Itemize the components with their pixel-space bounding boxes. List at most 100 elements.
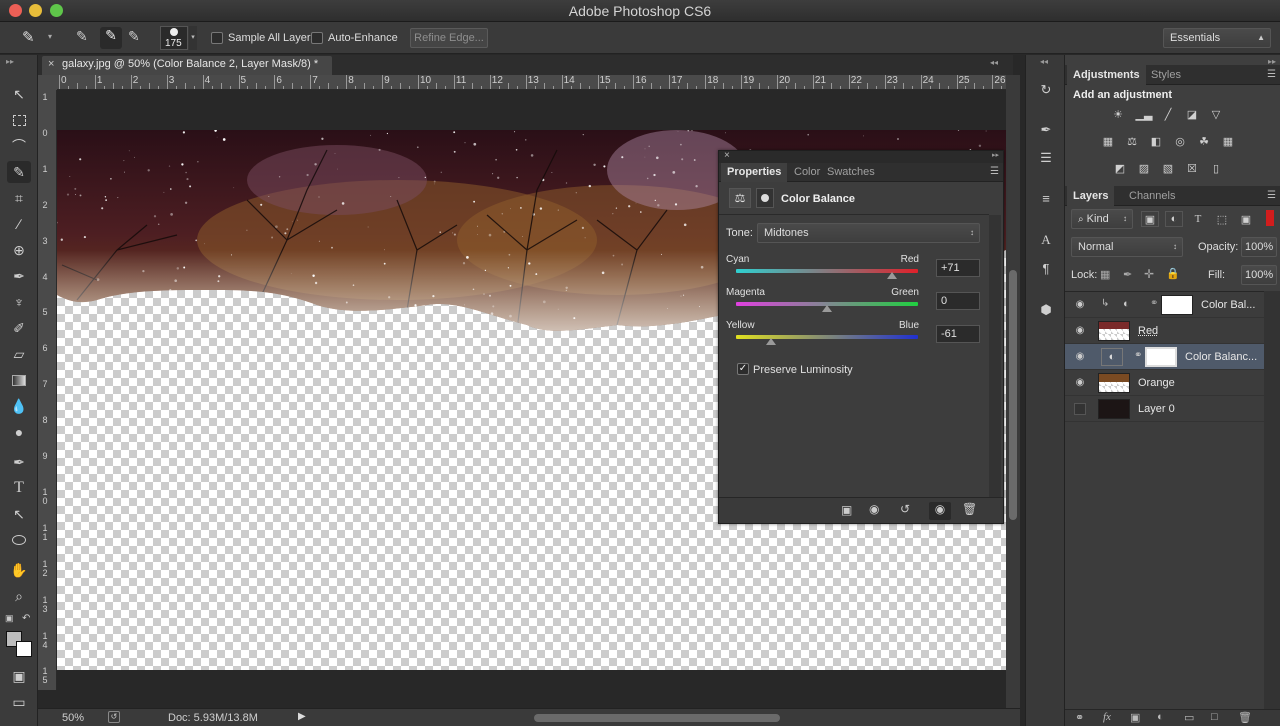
move-tool-icon[interactable]: ↖ [7, 83, 31, 105]
link-layers-icon[interactable]: ⚭ [1075, 711, 1084, 724]
curves-icon[interactable]: ╱ [1159, 106, 1177, 122]
marquee-tool-icon[interactable] [7, 109, 31, 131]
hue-saturation-icon[interactable]: ▦ [1099, 133, 1117, 149]
properties-scrollbar[interactable] [989, 215, 1001, 497]
cyan-red-value-input[interactable]: +71 [936, 259, 980, 277]
eyedropper-tool-icon[interactable]: ∕ [7, 213, 31, 235]
tab-swatches[interactable]: Swatches [821, 163, 881, 182]
history-panel-icon[interactable]: ↻ [1035, 79, 1057, 101]
adjustments-menu-icon[interactable]: ☰ [1267, 69, 1276, 80]
threshold-icon[interactable]: ▧ [1159, 160, 1177, 176]
zoom-tool-icon[interactable]: ⌕ [7, 585, 31, 607]
filter-smart-objects-icon[interactable]: ▣ [1237, 211, 1255, 227]
lock-transparent-pixels-icon[interactable]: ▦ [1100, 268, 1110, 281]
subtract-from-selection-brush-icon[interactable]: ✎ [128, 28, 148, 48]
vibrance-icon[interactable]: ▽ [1207, 106, 1225, 122]
filter-pixel-layers-icon[interactable]: ▣ [1141, 211, 1159, 227]
photo-filter-icon[interactable]: ◎ [1171, 133, 1189, 149]
tab-adjustments[interactable]: Adjustments [1067, 65, 1146, 85]
pen-tool-icon[interactable]: ✒ [7, 451, 31, 473]
blend-mode-dropdown[interactable]: Normal ↕ [1071, 237, 1183, 257]
default-colors-icon[interactable]: ▣ [5, 613, 14, 624]
history-brush-tool-icon[interactable]: ✐ [7, 317, 31, 339]
properties-panel-header[interactable]: × ▸▸ [719, 150, 1003, 163]
filter-adjustment-layers-icon[interactable]: ◐ [1165, 211, 1183, 227]
hand-tool-icon[interactable]: ✋ [7, 559, 31, 581]
screen-mode-icon[interactable]: ▭ [7, 691, 31, 713]
crop-tool-icon[interactable]: ⌗ [7, 187, 31, 209]
layer-row-color-balance-selected[interactable]: ◉ ◐ ⚭ Color Balanc... [1065, 344, 1264, 370]
expand-panels-icon[interactable]: ◂◂ [1040, 57, 1048, 66]
brightness-contrast-icon[interactable]: ☀ [1109, 106, 1127, 122]
toggle-visibility-icon[interactable]: ◉ [929, 502, 951, 520]
layer-row-orange[interactable]: ◉ Orange [1065, 370, 1264, 396]
close-document-icon[interactable]: × [48, 58, 54, 70]
document-horizontal-scroll-thumb[interactable] [534, 714, 780, 722]
cyan-red-slider-thumb[interactable] [886, 272, 897, 279]
layer-mask-thumbnail[interactable] [1161, 295, 1193, 315]
layer-row-color-balance-clipped[interactable]: ◉ ↳ ◐ ⚭ Color Bal... [1065, 292, 1264, 318]
color-balance-icon[interactable]: ⚖ [1123, 133, 1141, 149]
visibility-eye-icon[interactable]: ◉ [1074, 299, 1086, 311]
layers-menu-icon[interactable]: ☰ [1267, 190, 1276, 201]
mask-link-icon[interactable]: ⚭ [1150, 298, 1158, 309]
cyan-red-slider[interactable]: Cyan Red [726, 254, 926, 282]
preset-dropdown-arrow-icon[interactable]: ▾ [48, 32, 52, 41]
clip-to-layer-icon[interactable]: ▣ [841, 503, 852, 517]
brush-picker-arrow-icon[interactable]: ▾ [189, 26, 197, 50]
brush-panel-icon[interactable]: ☰ [1035, 147, 1057, 169]
fill-input[interactable]: 100% [1241, 265, 1277, 285]
tab-channels[interactable]: Channels [1123, 186, 1181, 206]
document-vertical-scroll-thumb[interactable] [1009, 270, 1017, 520]
visibility-eye-icon[interactable]: ◉ [1074, 377, 1086, 389]
status-menu-arrow-icon[interactable]: ▶ [298, 711, 306, 722]
status-info-icon[interactable]: ↺ [108, 711, 120, 723]
visibility-toggle-empty[interactable] [1074, 403, 1086, 415]
mask-link-icon[interactable]: ⚭ [1134, 350, 1142, 361]
new-group-icon[interactable]: ▭ [1184, 711, 1194, 724]
filter-type-layers-icon[interactable]: T [1189, 211, 1207, 227]
horizontal-ruler[interactable]: 0 1 2 3 4 5 6 7 8 9 10 11 12 13 14 15 16 17 18 19 20 21 22 23 24… [57, 75, 1006, 90]
black-white-icon[interactable]: ◧ [1147, 133, 1165, 149]
preserve-luminosity-checkbox[interactable]: ✓ [737, 363, 749, 375]
selective-color-icon[interactable]: ☒ [1183, 160, 1201, 176]
ellipse-tool-icon[interactable] [7, 529, 31, 551]
quick-selection-tool-icon[interactable]: ✎ [7, 161, 31, 183]
layer-row-red[interactable]: ◉ Red [1065, 318, 1264, 344]
character-panel-icon[interactable]: A [1035, 229, 1057, 251]
yellow-blue-slider[interactable]: Yellow Blue [726, 320, 926, 348]
reset-defaults-icon[interactable]: ↺ [900, 502, 910, 516]
add-layer-style-icon[interactable]: fx [1103, 711, 1111, 723]
lock-image-pixels-icon[interactable]: ✒ [1123, 268, 1132, 281]
quick-mask-icon[interactable]: ▣ [7, 665, 31, 687]
layers-scrollbar[interactable] [1264, 291, 1280, 709]
tab-layers[interactable]: Layers [1067, 186, 1115, 206]
3d-panel-icon[interactable]: ⬢ [1035, 299, 1057, 321]
tone-dropdown[interactable]: Midtones ↕ [757, 223, 980, 243]
paragraph-styles-panel-icon[interactable]: ≡ [1035, 187, 1057, 209]
lasso-tool-icon[interactable]: ⌒ [7, 135, 31, 157]
magenta-green-slider-thumb[interactable] [822, 305, 832, 312]
brush-presets-panel-icon[interactable]: ✒ [1035, 119, 1057, 141]
brush-tool-icon[interactable]: ✒ [7, 265, 31, 287]
visibility-eye-icon[interactable]: ◉ [1074, 325, 1086, 337]
filter-shape-layers-icon[interactable]: ⬚ [1213, 211, 1231, 227]
yellow-blue-slider-thumb[interactable] [766, 338, 777, 345]
channel-mixer-icon[interactable]: ☘ [1195, 133, 1213, 149]
refine-edge-button[interactable]: Refine Edge... [410, 28, 488, 48]
layer-filter-kind-dropdown[interactable]: ⌕ Kind ↕ [1071, 209, 1133, 229]
new-selection-brush-icon[interactable]: ✎ [76, 28, 96, 48]
type-tool-icon[interactable]: T [7, 477, 31, 499]
gradient-map-icon[interactable]: ▯ [1207, 160, 1225, 176]
paragraph-panel-icon[interactable]: ¶ [1035, 257, 1057, 279]
auto-enhance-checkbox[interactable] [311, 32, 323, 44]
new-layer-icon[interactable]: □ [1211, 711, 1218, 723]
layer-row-layer-0[interactable]: Layer 0 [1065, 396, 1264, 422]
posterize-icon[interactable]: ▨ [1135, 160, 1153, 176]
color-balance-adjustment-icon[interactable]: ⚖ [729, 188, 751, 208]
invert-icon[interactable]: ◩ [1111, 160, 1129, 176]
new-adjustment-layer-icon[interactable]: ◐ [1157, 711, 1164, 723]
ruler-origin[interactable] [38, 75, 57, 90]
quick-selection-tool-preset-icon[interactable]: ✎ [22, 28, 44, 48]
background-color-swatch[interactable] [16, 641, 32, 657]
